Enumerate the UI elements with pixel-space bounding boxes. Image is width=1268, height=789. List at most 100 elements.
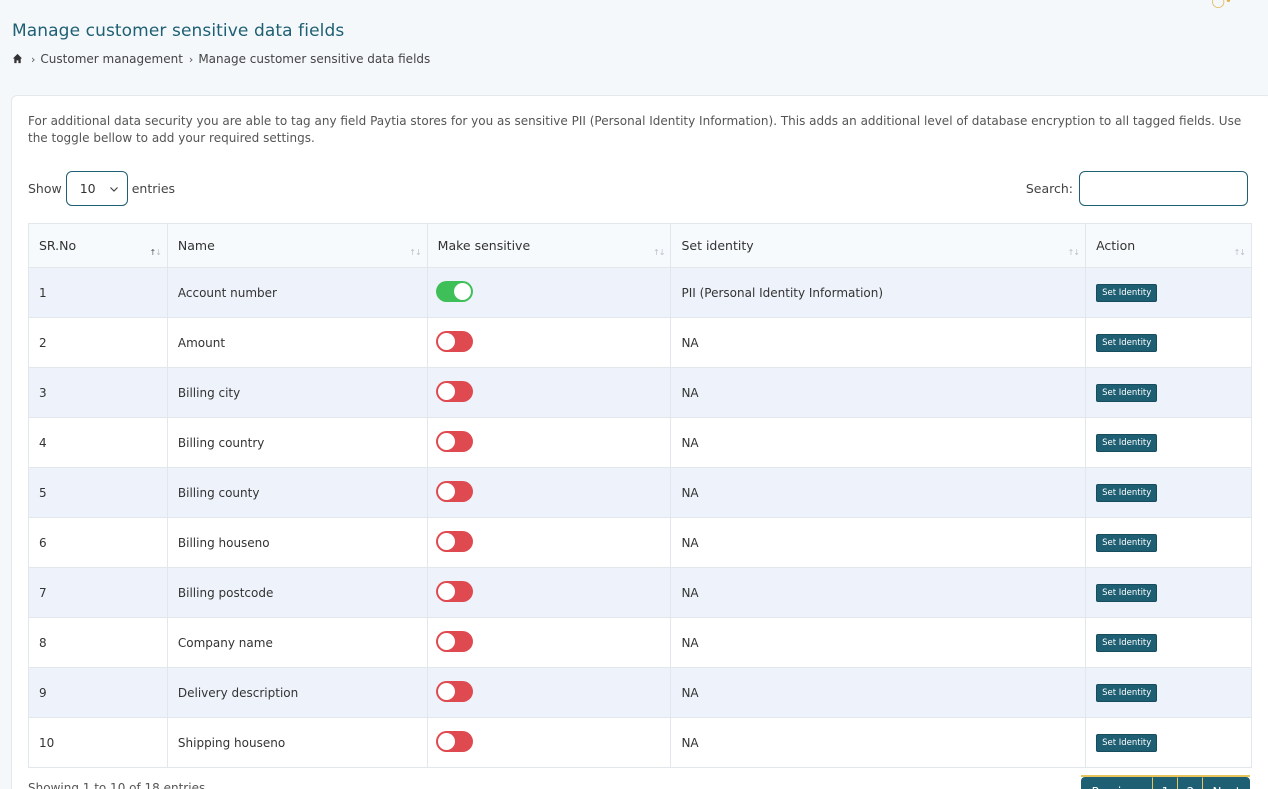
show-label: Show — [28, 181, 62, 196]
column-header-srno[interactable]: SR.No ↑↓ — [28, 223, 168, 268]
cell-make-sensitive — [426, 617, 672, 668]
breadcrumb-separator-icon: › — [31, 52, 36, 66]
table-row: 2 Amount NA Set Identity — [28, 317, 1252, 368]
breadcrumb: › Customer management › Manage customer … — [12, 52, 430, 66]
table-row: 8 Company name NA Set Identity — [28, 617, 1252, 668]
toggle-knob — [453, 282, 471, 300]
table-header-row: SR.No ↑↓ Name ↑↓ Make sensitive ↑↓ Set i… — [28, 223, 1252, 268]
cell-make-sensitive — [426, 467, 672, 518]
set-identity-button[interactable]: Set Identity — [1096, 683, 1158, 702]
cell-set-identity: NA — [670, 567, 1087, 618]
column-header-action[interactable]: Action ↑↓ — [1085, 223, 1252, 268]
set-identity-button[interactable]: Set Identity — [1096, 383, 1158, 402]
cell-name: Billing houseno — [166, 517, 428, 568]
home-icon[interactable] — [12, 53, 24, 65]
cell-srno: 10 — [28, 717, 168, 768]
pagination-next-button[interactable]: Next — [1203, 777, 1250, 789]
intro-text: For additional data security you are abl… — [28, 114, 1242, 145]
cell-action: Set Identity — [1085, 567, 1252, 618]
cell-name: Delivery description — [166, 667, 428, 718]
sort-icon: ↑↓ — [409, 248, 421, 257]
cell-set-identity: NA — [670, 467, 1087, 518]
cell-action: Set Identity — [1085, 517, 1252, 568]
cell-make-sensitive — [426, 717, 672, 768]
cell-name: Account number — [166, 267, 428, 318]
sensitive-toggle[interactable] — [435, 630, 473, 652]
page-title: Manage customer sensitive data fields — [12, 21, 345, 41]
breadcrumb-customer-management[interactable]: Customer management — [40, 52, 183, 66]
column-header-label: SR.No — [39, 238, 77, 253]
table-row: 5 Billing county NA Set Identity — [28, 467, 1252, 518]
toggle-knob — [437, 732, 455, 750]
sensitive-toggle[interactable] — [435, 280, 473, 302]
entries-label: entries — [131, 181, 176, 196]
search-label: Search: — [1025, 181, 1073, 196]
cell-action: Set Identity — [1085, 367, 1252, 418]
toggle-knob — [437, 482, 455, 500]
header-decoration: ◯• — [1211, 0, 1232, 8]
column-header-set-identity[interactable]: Set identity ↑↓ — [670, 223, 1087, 268]
cell-action: Set Identity — [1085, 667, 1252, 718]
set-identity-button[interactable]: Set Identity — [1096, 733, 1158, 752]
cell-action: Set Identity — [1085, 417, 1252, 468]
set-identity-button[interactable]: Set Identity — [1096, 433, 1158, 452]
cell-make-sensitive — [426, 567, 672, 618]
column-header-name[interactable]: Name ↑↓ — [166, 223, 428, 268]
set-identity-button[interactable]: Set Identity — [1096, 283, 1158, 302]
sensitive-toggle[interactable] — [435, 530, 473, 552]
sensitive-toggle[interactable] — [435, 330, 473, 352]
cell-name: Shipping houseno — [166, 717, 428, 768]
toggle-knob — [437, 332, 455, 350]
cell-name: Amount — [166, 317, 428, 368]
toggle-knob — [437, 532, 455, 550]
cell-action: Set Identity — [1085, 717, 1252, 768]
set-identity-button[interactable]: Set Identity — [1096, 483, 1158, 502]
sort-icon: ↑↓ — [149, 248, 161, 257]
sensitive-toggle[interactable] — [435, 730, 473, 752]
set-identity-button[interactable]: Set Identity — [1096, 533, 1158, 552]
cell-action: Set Identity — [1085, 617, 1252, 668]
cell-make-sensitive — [426, 267, 672, 318]
set-identity-button[interactable]: Set Identity — [1096, 333, 1158, 352]
toggle-knob — [437, 632, 455, 650]
cell-make-sensitive — [426, 667, 672, 718]
cell-action: Set Identity — [1085, 467, 1252, 518]
sensitive-toggle[interactable] — [435, 680, 473, 702]
sort-icon: ↑↓ — [1233, 248, 1246, 257]
chevron-down-icon — [109, 184, 119, 194]
column-header-make-sensitive[interactable]: Make sensitive ↑↓ — [426, 223, 672, 268]
cell-srno: 1 — [28, 267, 168, 318]
set-identity-button[interactable]: Set Identity — [1096, 583, 1158, 602]
toggle-knob — [437, 432, 455, 450]
cell-name: Company name — [166, 617, 428, 668]
sensitive-toggle[interactable] — [435, 580, 473, 602]
sort-icon: ↑↓ — [1067, 248, 1080, 257]
cell-make-sensitive — [426, 417, 672, 468]
cell-name: Billing postcode — [166, 567, 428, 618]
pagination-page-2-button[interactable]: 2 — [1178, 777, 1203, 789]
sensitive-toggle[interactable] — [435, 380, 473, 402]
table-row: 9 Delivery description NA Set Identity — [28, 667, 1252, 718]
cell-srno: 9 — [28, 667, 168, 718]
pagination: Previous 1 2 Next — [1081, 775, 1250, 789]
column-header-label: Make sensitive — [437, 238, 531, 253]
entries-select[interactable]: 10 — [65, 171, 128, 206]
table-row: 4 Billing country NA Set Identity — [28, 417, 1252, 468]
set-identity-button[interactable]: Set Identity — [1096, 633, 1158, 652]
sensitive-toggle[interactable] — [435, 430, 473, 452]
cell-srno: 8 — [28, 617, 168, 668]
cell-name: Billing county — [166, 467, 428, 518]
sensitive-toggle[interactable] — [435, 480, 473, 502]
sensitive-fields-table: SR.No ↑↓ Name ↑↓ Make sensitive ↑↓ Set i… — [28, 223, 1252, 768]
cell-make-sensitive — [426, 517, 672, 568]
pagination-page-1-button[interactable]: 1 — [1153, 777, 1178, 789]
search-input[interactable] — [1079, 171, 1248, 206]
cell-srno: 7 — [28, 567, 168, 618]
entries-select-value: 10 — [79, 181, 96, 196]
breadcrumb-current: Manage customer sensitive data fields — [198, 52, 431, 66]
cell-name: Billing city — [166, 367, 428, 418]
table-row: 7 Billing postcode NA Set Identity — [28, 567, 1252, 618]
pagination-previous-button[interactable]: Previous — [1081, 777, 1153, 789]
cell-srno: 3 — [28, 367, 168, 418]
toggle-knob — [437, 382, 455, 400]
